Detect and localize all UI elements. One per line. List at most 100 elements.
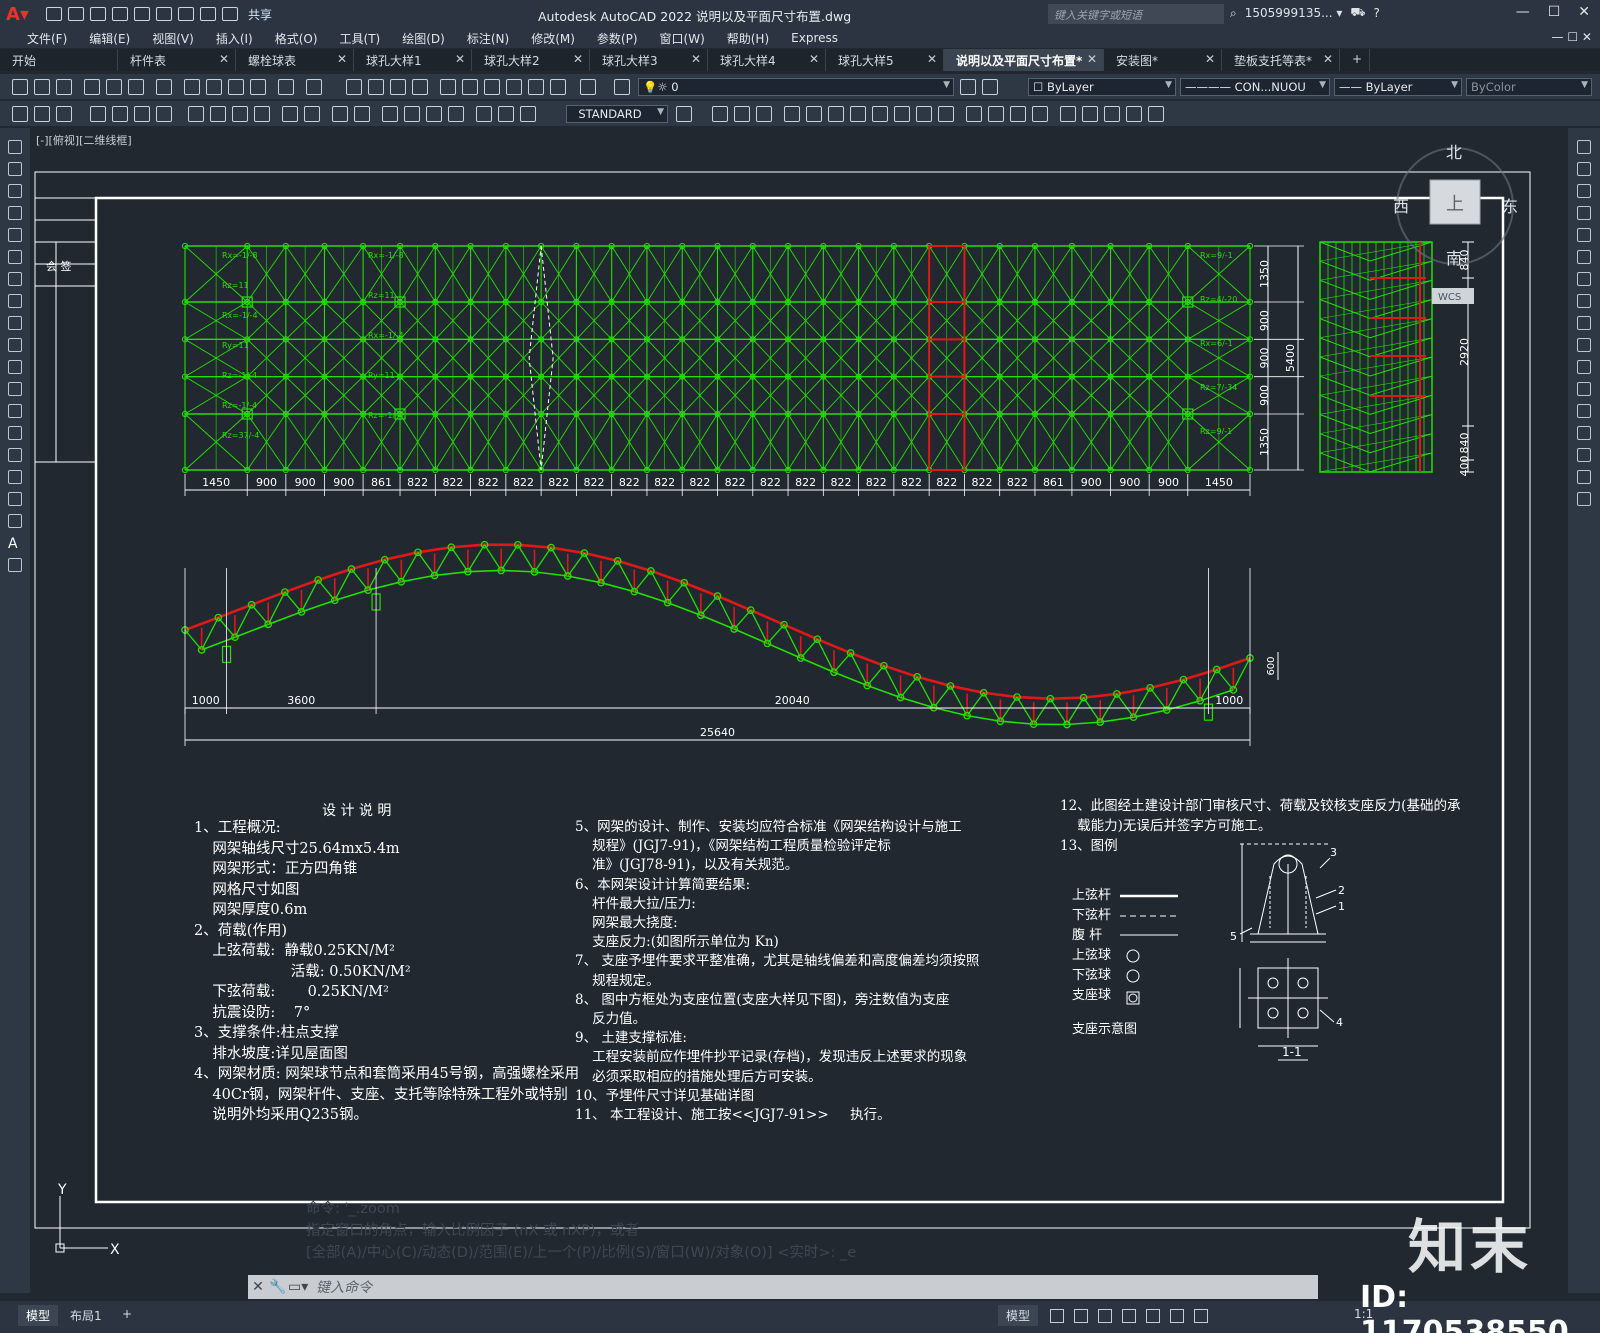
match-properties-icon[interactable] <box>250 79 266 95</box>
subtract-icon[interactable] <box>966 106 982 122</box>
lineweight-icon[interactable] <box>1170 1309 1184 1323</box>
ortho-icon[interactable] <box>1098 1309 1112 1323</box>
save-icon[interactable] <box>90 7 106 21</box>
tab-install-drawing[interactable]: 安装图* ✕ <box>1104 49 1222 71</box>
close-tab-icon[interactable]: ✕ <box>219 52 229 66</box>
sheet-set-icon[interactable] <box>506 79 522 95</box>
plot-preview-icon[interactable] <box>106 79 122 95</box>
sweep-icon[interactable] <box>894 106 910 122</box>
close-command-icon[interactable]: ✕ <box>248 1279 268 1295</box>
close-tab-icon[interactable]: ✕ <box>455 52 465 66</box>
user-account[interactable]: 1505999135... ▾ <box>1245 6 1343 20</box>
wcs-label[interactable]: WCS <box>1438 292 1461 303</box>
rotate-icon[interactable] <box>1577 272 1591 286</box>
cart-icon[interactable]: ⛟ <box>1350 5 1365 21</box>
save-as-icon[interactable] <box>112 7 128 21</box>
plot-icon[interactable] <box>156 7 172 21</box>
osnap-icon[interactable] <box>1146 1309 1160 1323</box>
dim-style-icon[interactable] <box>676 106 692 122</box>
redo-icon[interactable] <box>306 79 322 95</box>
3d-box-icon[interactable] <box>712 106 728 122</box>
3d-torus-icon[interactable] <box>828 106 844 122</box>
undo-icon[interactable] <box>278 79 294 95</box>
polygon-icon[interactable] <box>8 206 22 220</box>
construction-line-icon[interactable] <box>8 162 22 176</box>
menu-help[interactable]: 帮助(H) <box>716 30 780 47</box>
gradient-icon[interactable] <box>8 470 22 484</box>
inspection-icon[interactable] <box>382 106 398 122</box>
layer-previous-icon[interactable] <box>982 79 998 95</box>
new-file-icon[interactable] <box>46 7 62 21</box>
center-mark-icon[interactable] <box>354 106 370 122</box>
dim-update-icon[interactable] <box>476 106 492 122</box>
viewcube-west[interactable]: 西 <box>1393 197 1409 216</box>
material-icon[interactable] <box>1126 106 1142 122</box>
aligned-dim-icon[interactable] <box>34 106 50 122</box>
model-space-button[interactable]: 模型 <box>998 1305 1039 1326</box>
close-tab-icon[interactable]: ✕ <box>927 52 937 66</box>
command-input[interactable]: 键入命令 <box>316 1277 372 1297</box>
export-icon[interactable] <box>134 7 150 21</box>
diameter-dim-icon[interactable] <box>156 106 172 122</box>
radius-dim-icon[interactable] <box>112 106 128 122</box>
scale-icon[interactable] <box>1577 294 1591 308</box>
tolerance-icon[interactable] <box>332 106 348 122</box>
point-icon[interactable] <box>8 426 22 440</box>
extend-icon[interactable] <box>1577 360 1591 374</box>
copy-icon[interactable] <box>206 79 222 95</box>
viewcube-top-face[interactable]: 上 <box>1446 194 1464 215</box>
design-center-icon[interactable] <box>462 79 478 95</box>
annotation-icon[interactable] <box>1194 1309 1208 1323</box>
join-icon[interactable] <box>1577 404 1591 418</box>
slice-icon[interactable] <box>1010 106 1026 122</box>
offset-icon[interactable] <box>1577 206 1591 220</box>
dim-break-icon[interactable] <box>304 106 320 122</box>
make-block-icon[interactable] <box>8 404 22 418</box>
menu-dimension[interactable]: 标注(N) <box>456 30 520 47</box>
chamfer-icon[interactable] <box>1577 426 1591 440</box>
tab-model[interactable]: 模型 <box>18 1305 59 1326</box>
close-tab-icon[interactable]: ✕ <box>1205 52 1215 66</box>
search-icon[interactable]: ⌕ <box>1230 6 1237 21</box>
stretch-icon[interactable] <box>1577 316 1591 330</box>
zoom-previous-icon[interactable] <box>412 79 428 95</box>
rectangle-icon[interactable] <box>8 228 22 242</box>
quick-dim-icon[interactable] <box>210 106 226 122</box>
intersect-icon[interactable] <box>988 106 1004 122</box>
redo-icon[interactable] <box>222 7 238 21</box>
menu-express[interactable]: Express <box>780 31 849 45</box>
explode-icon[interactable] <box>1577 492 1591 506</box>
3d-wedge-icon[interactable] <box>734 106 750 122</box>
tab-rod-table[interactable]: 杆件表 ✕ <box>118 49 236 71</box>
tab-ball-detail-3[interactable]: 球孔大样3 ✕ <box>590 49 708 71</box>
layer-properties-icon[interactable] <box>614 79 630 95</box>
text-style-dropdown[interactable]: STANDARD ▼ <box>566 105 668 123</box>
ellipse-icon[interactable] <box>8 338 22 352</box>
table-icon[interactable] <box>8 514 22 528</box>
baseline-dim-icon[interactable] <box>232 106 248 122</box>
new-tab-button[interactable]: + <box>1340 49 1370 71</box>
new-icon[interactable] <box>12 79 28 95</box>
menu-draw[interactable]: 绘图(D) <box>391 30 456 47</box>
3d-cone-icon[interactable] <box>756 106 772 122</box>
tab-ball-detail-4[interactable]: 球孔大样4 ✕ <box>708 49 826 71</box>
share-button[interactable]: 共享 <box>248 6 272 23</box>
tab-current-drawing[interactable]: 说明以及平面尺寸布置* ✕ <box>944 49 1104 71</box>
tab-ball-detail-5[interactable]: 球孔大样5 ✕ <box>826 49 944 71</box>
tab-layout1[interactable]: 布局1 <box>62 1305 110 1326</box>
make-current-icon[interactable] <box>960 79 976 95</box>
extrude-icon[interactable] <box>850 106 866 122</box>
viewport-controls[interactable]: [-][俯视][二维线框] <box>36 132 132 148</box>
plot-icon[interactable] <box>84 79 100 95</box>
viewcube-south[interactable]: 南 <box>1446 249 1462 268</box>
cut-icon[interactable] <box>184 79 200 95</box>
visual-style-icon[interactable] <box>1082 106 1098 122</box>
mirror-icon[interactable] <box>1577 184 1591 198</box>
linetype-dropdown[interactable]: ———— CON...NUOU ▼ <box>1180 78 1330 96</box>
menu-parametric[interactable]: 参数(P) <box>586 30 649 47</box>
arc-icon[interactable] <box>8 250 22 264</box>
minimize-icon[interactable]: — <box>1516 4 1530 20</box>
3d-cylinder-icon[interactable] <box>806 106 822 122</box>
mtext-icon[interactable]: A <box>8 536 22 552</box>
circle-icon[interactable] <box>8 272 22 286</box>
